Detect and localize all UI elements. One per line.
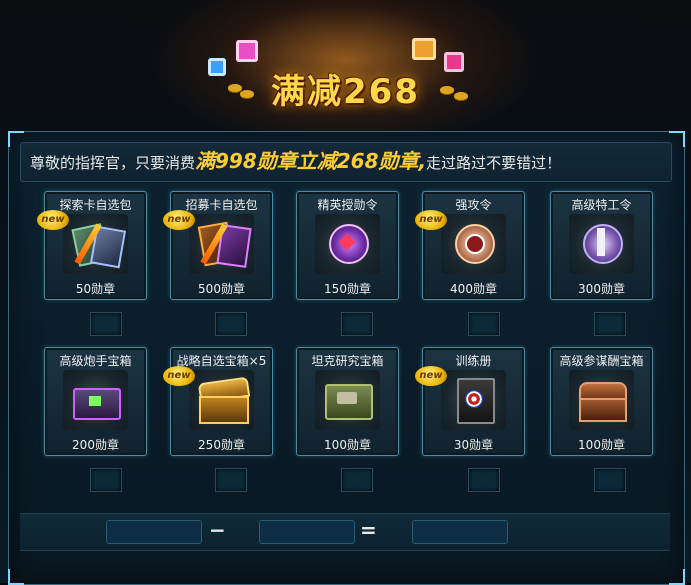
item-price: 100勋章: [578, 438, 625, 452]
item-name: 高级参谋酬宝箱: [559, 354, 644, 368]
item-select-box[interactable]: [215, 468, 247, 492]
item-price: 30勋章: [453, 438, 494, 452]
item-card[interactable]: 训练册 new 30勋章: [415, 347, 525, 456]
total-cost-field: [106, 520, 202, 544]
item-select-box[interactable]: [90, 312, 122, 336]
item-card[interactable]: 战略自选宝箱×5 new 250勋章: [163, 347, 273, 456]
new-badge: new: [163, 210, 195, 230]
item-select-box[interactable]: [468, 312, 500, 336]
item-card[interactable]: 高级特工令 300勋章: [550, 191, 653, 300]
notice-suffix: 走过路过不要错过！: [426, 154, 562, 172]
item-price: 300勋章: [578, 282, 625, 296]
final-cost-field: [412, 520, 508, 544]
item-card[interactable]: 精英授勋令 150勋章: [296, 191, 399, 300]
item-card[interactable]: 强攻令 new 400勋章: [415, 191, 525, 300]
item-price: 500勋章: [198, 282, 245, 296]
event-banner: 满减268: [200, 28, 491, 112]
item-select-box[interactable]: [468, 468, 500, 492]
item-name: 高级炮手宝箱: [59, 354, 132, 368]
gift-box-icon: [236, 40, 258, 62]
item-select-box[interactable]: [341, 312, 373, 336]
item-select-box[interactable]: [594, 468, 626, 492]
minus-sign: −: [209, 518, 226, 542]
notice-prefix: 尊敬的指挥官，只要消费: [30, 154, 196, 172]
agent-medal-icon: [569, 214, 634, 274]
item-price: 150勋章: [324, 282, 371, 296]
item-card[interactable]: 探索卡自选包 new 50勋章: [37, 191, 147, 300]
new-badge: new: [37, 210, 69, 230]
item-select-box[interactable]: [594, 312, 626, 336]
new-badge: new: [415, 366, 447, 386]
gunner-chest-icon: [63, 370, 128, 430]
new-badge: new: [163, 366, 195, 386]
assault-medal-icon: [441, 214, 506, 274]
item-select-box[interactable]: [90, 468, 122, 492]
notice-highlight: 满998勋章立减268勋章,: [195, 149, 427, 173]
new-badge: new: [415, 210, 447, 230]
wooden-chest-icon: [569, 370, 634, 430]
item-card[interactable]: 坦克研究宝箱 100勋章: [296, 347, 399, 456]
training-book-icon: [441, 370, 506, 430]
item-price: 100勋章: [324, 438, 371, 452]
gift-box-icon: [412, 38, 436, 60]
item-card[interactable]: 高级参谋酬宝箱 100勋章: [550, 347, 653, 456]
treasure-chest-icon: [189, 370, 254, 430]
item-price: 250勋章: [198, 438, 245, 452]
item-name: 高级特工令: [571, 198, 632, 212]
promo-notice: 尊敬的指挥官，只要消费满998勋章立减268勋章,走过路过不要错过！: [30, 142, 670, 180]
event-title: 满减268: [271, 72, 420, 112]
discount-field: [259, 520, 355, 544]
card-pack-icon: [189, 214, 254, 274]
item-select-box[interactable]: [215, 312, 247, 336]
item-price: 200勋章: [72, 438, 119, 452]
item-card[interactable]: 高级炮手宝箱 200勋章: [44, 347, 147, 456]
card-pack-icon: [63, 214, 128, 274]
item-card[interactable]: 招募卡自选包 new 500勋章: [163, 191, 273, 300]
equals-sign: =: [360, 518, 377, 542]
tank-chest-icon: [315, 370, 380, 430]
item-name: 坦克研究宝箱: [311, 354, 384, 368]
item-name: 精英授勋令: [317, 198, 378, 212]
item-price: 400勋章: [450, 282, 497, 296]
item-select-box[interactable]: [341, 468, 373, 492]
elite-medal-icon: [315, 214, 380, 274]
item-price: 50勋章: [75, 282, 116, 296]
